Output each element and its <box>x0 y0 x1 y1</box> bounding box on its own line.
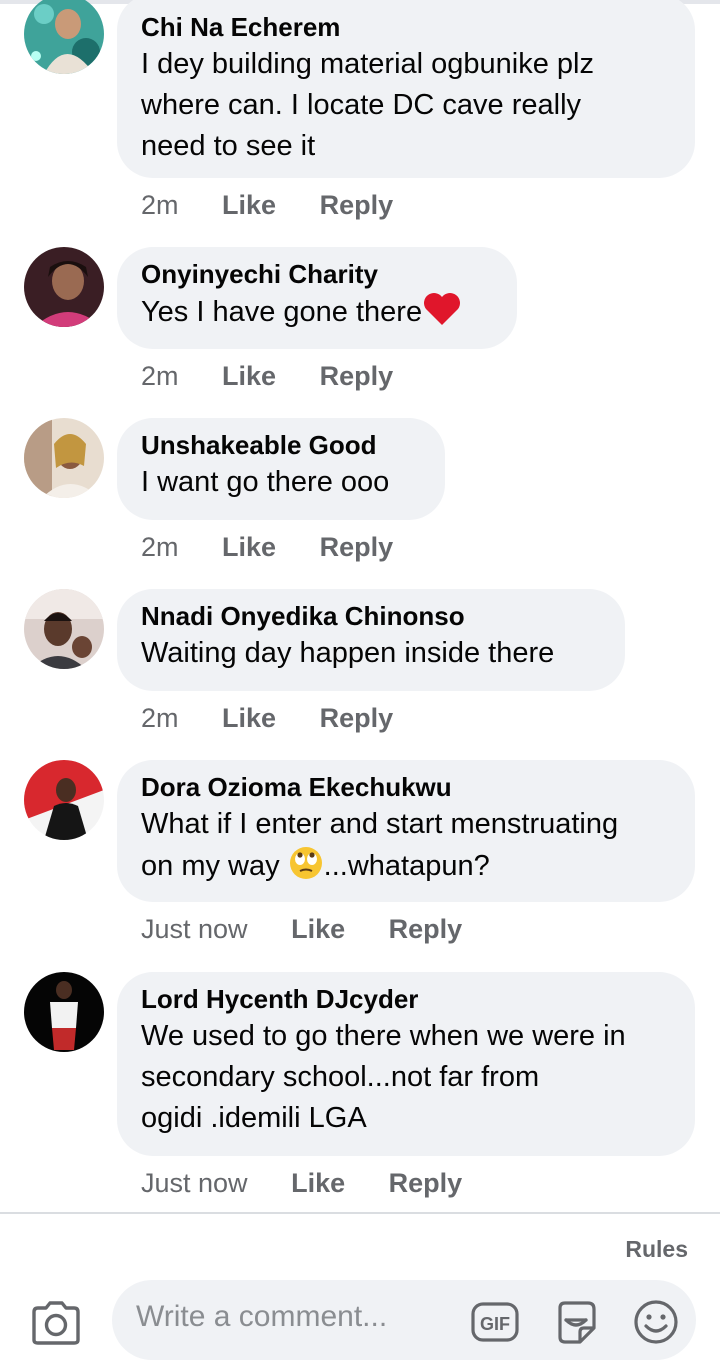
like-button[interactable]: Like <box>222 532 276 562</box>
red-heart-emoji <box>422 291 462 339</box>
comment-text: Yes I have gone there <box>141 291 493 339</box>
like-button[interactable]: Like <box>222 190 276 220</box>
gif-icon[interactable]: GIF <box>470 1298 519 1346</box>
comment-author[interactable]: Unshakeable Good <box>141 428 421 462</box>
comment-text-line: ...whatapun? <box>323 850 490 882</box>
comment-actions: Just now Like Reply <box>141 1168 498 1199</box>
comment-actions: 2m Like Reply <box>141 190 429 221</box>
smiley-icon[interactable] <box>632 1298 680 1346</box>
comment-text-line: Yes I have gone there <box>141 296 423 328</box>
comment-text: on my way ...whatapun? <box>141 845 671 893</box>
reply-button[interactable]: Reply <box>320 190 394 220</box>
avatar[interactable] <box>24 247 104 327</box>
comment-bubble: Unshakeable Good I want go there ooo <box>117 418 445 520</box>
comment-timestamp: Just now <box>141 914 248 944</box>
comment-input[interactable]: Write a comment... GIF <box>112 1280 696 1360</box>
rules-link[interactable]: Rules <box>625 1236 688 1263</box>
comment-text-line: need to see it <box>141 130 316 162</box>
comment-author[interactable]: Lord Hycenth DJcyder <box>141 982 671 1016</box>
like-button[interactable]: Like <box>222 703 276 733</box>
comment-timestamp: 2m <box>141 361 179 391</box>
comment-text-line: We used to go there when we were in <box>141 1020 626 1052</box>
comment-composer-bar: Rules Write a comment... GIF <box>0 1212 720 1364</box>
rolling-eyes-emoji <box>288 845 324 893</box>
comment-text-line: on my way <box>141 850 288 882</box>
like-button[interactable]: Like <box>291 1168 345 1198</box>
like-button[interactable]: Like <box>291 914 345 944</box>
sticker-icon[interactable] <box>552 1298 600 1346</box>
comment-actions: 2m Like Reply <box>141 361 429 392</box>
avatar[interactable] <box>24 760 104 840</box>
comment-text-line: I want go there ooo <box>141 466 390 498</box>
like-button[interactable]: Like <box>222 361 276 391</box>
avatar[interactable] <box>24 0 104 74</box>
reply-button[interactable]: Reply <box>389 914 463 944</box>
gif-label: GIF <box>480 1314 510 1334</box>
comment-text-line: where can. I locate DC cave really <box>141 89 582 121</box>
comment-text-line: Waiting day happen inside there <box>141 637 555 669</box>
camera-icon[interactable] <box>30 1300 82 1346</box>
comment-bubble: Dora Ozioma Ekechukwu What if I enter an… <box>117 760 695 902</box>
reply-button[interactable]: Reply <box>320 703 394 733</box>
comment-author[interactable]: Chi Na Echerem <box>141 10 671 44</box>
comment-bubble: Lord Hycenth DJcyder We used to go there… <box>117 972 695 1156</box>
comment-bubble: Chi Na Echerem I dey building material o… <box>117 0 695 178</box>
reply-button[interactable]: Reply <box>320 361 394 391</box>
comment-text-line: ogidi .idemili LGA <box>141 1102 367 1134</box>
comment-text-line: What if I enter and start menstruating <box>141 808 619 840</box>
comment-text-line: secondary school...not far from <box>141 1061 540 1093</box>
comment-timestamp: 2m <box>141 190 179 220</box>
reply-button[interactable]: Reply <box>320 532 394 562</box>
comment-bubble: Nnadi Onyedika Chinonso Waiting day happ… <box>117 589 625 691</box>
comment-input-placeholder: Write a comment... <box>136 1300 388 1333</box>
avatar[interactable] <box>24 418 104 498</box>
comment-text-line: I dey building material ogbunike plz <box>141 48 594 80</box>
reply-button[interactable]: Reply <box>389 1168 463 1198</box>
comment-author[interactable]: Dora Ozioma Ekechukwu <box>141 770 671 804</box>
comment-actions: 2m Like Reply <box>141 532 429 563</box>
comment-timestamp: 2m <box>141 532 179 562</box>
avatar[interactable] <box>24 589 104 669</box>
avatar[interactable] <box>24 972 104 1052</box>
comment-bubble: Onyinyechi Charity Yes I have gone there <box>117 247 517 349</box>
comment-timestamp: Just now <box>141 1168 248 1198</box>
comment-actions: 2m Like Reply <box>141 703 429 734</box>
comment-timestamp: 2m <box>141 703 179 733</box>
comment-author[interactable]: Nnadi Onyedika Chinonso <box>141 599 601 633</box>
comment-actions: Just now Like Reply <box>141 914 498 945</box>
comment-author[interactable]: Onyinyechi Charity <box>141 257 493 291</box>
